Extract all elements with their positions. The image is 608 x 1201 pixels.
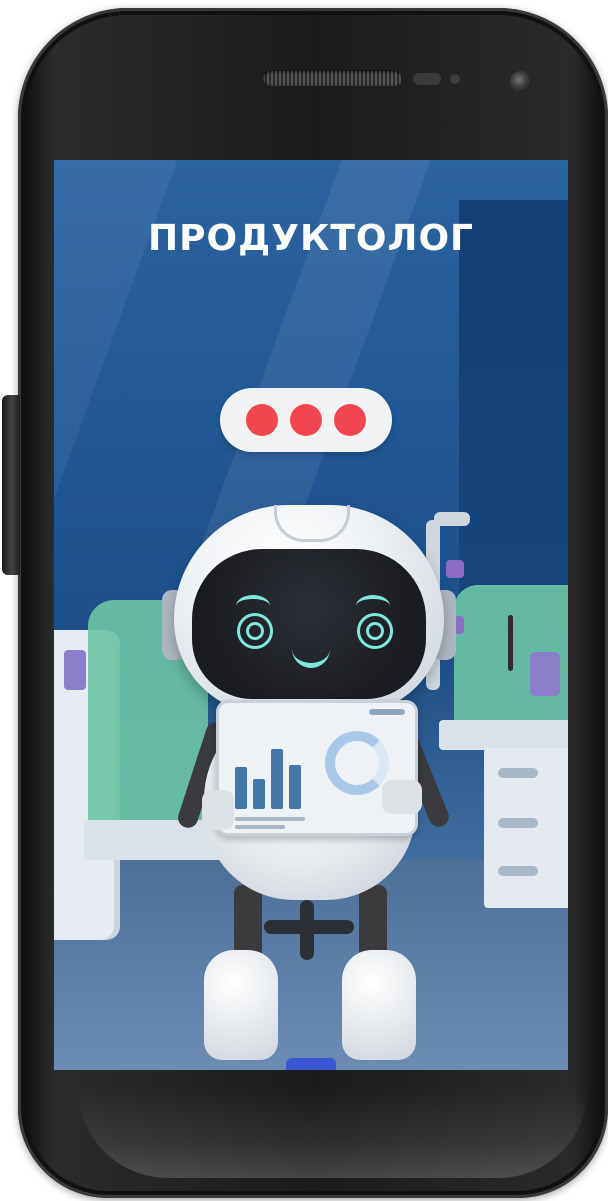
pen-icon bbox=[508, 615, 513, 671]
desk-right bbox=[439, 720, 568, 750]
drawer-handle bbox=[498, 866, 538, 876]
proximity-sensor bbox=[413, 73, 441, 85]
typing-dot bbox=[290, 404, 322, 436]
robot-foot-right bbox=[342, 950, 416, 1060]
bar-chart-icon bbox=[235, 767, 247, 809]
robot-head bbox=[174, 505, 444, 715]
tablet-text-line bbox=[235, 817, 305, 821]
robot-tablet bbox=[216, 700, 418, 836]
speaker-grille-icon bbox=[263, 70, 403, 86]
typing-dot bbox=[246, 404, 278, 436]
camera-icon bbox=[510, 71, 532, 93]
bar-chart-icon bbox=[253, 779, 265, 809]
desk-lamp-head bbox=[434, 512, 470, 526]
robot-face-screen bbox=[192, 549, 426, 699]
phone-bottom-shine bbox=[78, 1088, 588, 1178]
robot-hand-right bbox=[382, 780, 422, 814]
light-sensor bbox=[450, 74, 460, 84]
robot-foot-left bbox=[204, 950, 278, 1060]
robot-eye-left bbox=[237, 613, 273, 649]
background-window bbox=[459, 200, 568, 630]
robot-head-seam bbox=[274, 505, 350, 542]
page-title: ПРОДУКТОЛОГ bbox=[148, 218, 474, 259]
typing-indicator-bubble bbox=[220, 388, 392, 452]
drawer-handle bbox=[498, 768, 538, 778]
desk-lamp-clip bbox=[446, 560, 464, 578]
robot-hand-left bbox=[202, 790, 234, 830]
typing-dot bbox=[334, 404, 366, 436]
bar-chart-icon bbox=[271, 749, 283, 809]
pen-cup-right bbox=[530, 652, 560, 696]
drawer-handle bbox=[498, 818, 538, 828]
tablet-status-dots bbox=[369, 709, 405, 715]
bar-chart-icon bbox=[289, 765, 301, 809]
home-indicator[interactable] bbox=[286, 1058, 336, 1070]
pen-cup-left bbox=[64, 650, 86, 690]
desk-drawers-right bbox=[484, 748, 568, 908]
tablet-text-line bbox=[235, 825, 285, 829]
robot-smile bbox=[292, 649, 330, 668]
robot-eye-right bbox=[357, 613, 393, 649]
side-volume-button[interactable] bbox=[2, 395, 20, 575]
phone-screen: ПРОДУКТОЛОГ bbox=[54, 160, 568, 1070]
donut-chart-icon bbox=[325, 731, 389, 795]
chair-base bbox=[264, 920, 354, 934]
